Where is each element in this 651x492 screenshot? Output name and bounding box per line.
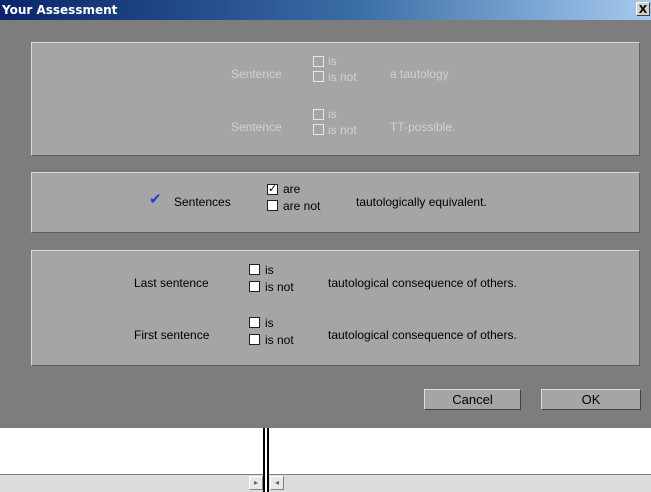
last-is-not-option-label: is not [265,280,294,294]
is-not-option-label-2: is not [328,123,357,137]
last-is-checkbox[interactable] [249,264,260,275]
ok-button[interactable]: OK [541,389,641,410]
panel-equivalence: ✔ Sentences ✓ are are not tautologically… [31,172,640,233]
window-title: Your Assessment [2,3,118,17]
first-is-option-label: is [265,316,274,330]
tautology-text: a tautology [390,67,449,81]
first-consequence-text: tautological consequence of others. [328,328,517,342]
panel-tautology-possible: Sentence is is not a tautology Sentence … [31,42,640,156]
is-not-checkbox-1[interactable] [313,71,324,82]
are-not-option-label: are not [283,199,321,213]
scroll-left-icon[interactable]: ◂ [270,476,284,490]
is-not-checkbox-2[interactable] [313,124,324,135]
last-is-option-label: is [265,263,274,277]
are-checkbox[interactable]: ✓ [267,183,278,195]
is-option-label-2: is [328,107,337,121]
are-option-label: are [283,182,301,196]
first-is-checkbox[interactable] [249,317,260,328]
close-button[interactable]: X [636,2,650,16]
last-consequence-text: tautological consequence of others. [328,276,517,290]
first-is-not-option-label: is not [265,333,294,347]
right-horizontal-scrollbar[interactable]: ◂ [269,474,651,492]
first-is-not-checkbox[interactable] [249,334,260,345]
tt-possible-text: TT-possible. [390,120,456,134]
is-checkbox-2[interactable] [313,109,324,120]
panel-consequence: Last sentence is is not tautological con… [31,250,640,366]
assessment-dialog: Your Assessment X Sentence is is not a t… [0,0,651,428]
sentence-label-2: Sentence [231,120,282,134]
correct-check-icon: ✔ [149,191,162,208]
first-sentence-label: First sentence [134,328,210,342]
last-sentence-label: Last sentence [134,276,209,290]
is-checkbox-1[interactable] [313,56,324,67]
scroll-right-icon[interactable]: ▸ [249,476,263,490]
are-not-checkbox[interactable] [267,200,278,211]
equivalent-text: tautologically equivalent. [356,195,487,209]
last-is-not-checkbox[interactable] [249,281,260,292]
checkmark-icon: ✓ [268,183,278,195]
sentences-label: Sentences [174,195,231,209]
left-horizontal-scrollbar[interactable]: ▸ [0,474,263,492]
cancel-button[interactable]: Cancel [424,389,521,410]
is-option-label-1: is [328,54,337,68]
is-not-option-label-1: is not [328,70,357,84]
sentence-label-1: Sentence [231,67,282,81]
title-bar: Your Assessment X [0,0,651,20]
underlying-window: ▸ ◂ [0,428,651,492]
